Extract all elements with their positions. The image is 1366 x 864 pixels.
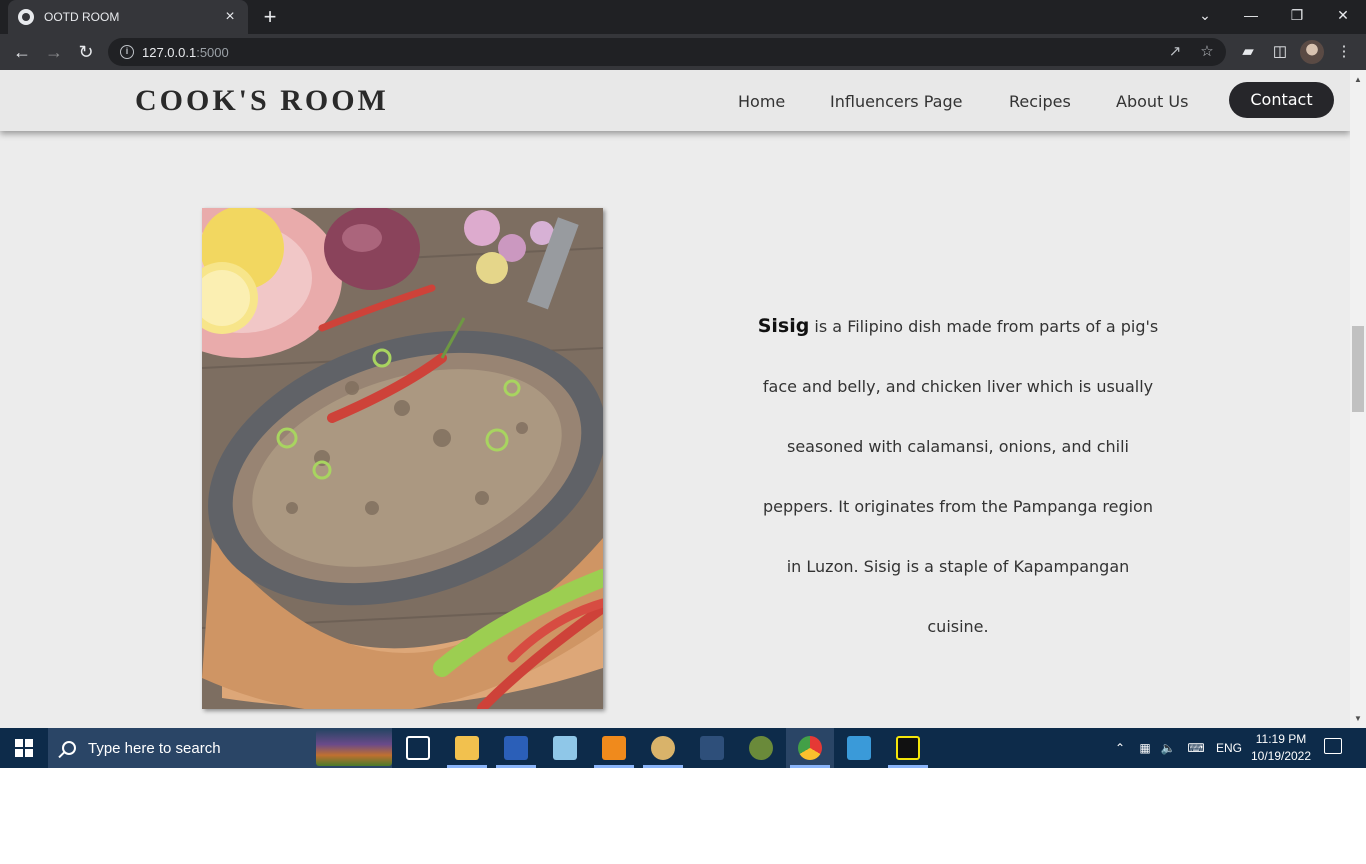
pycharm-running-indicator — [888, 765, 928, 768]
nav-recipes-link[interactable]: Recipes — [1009, 92, 1071, 111]
site-header: COOK'S ROOM Home Influencers Page Recipe… — [0, 70, 1350, 131]
bookmark-star-icon[interactable]: ☆ — [1194, 38, 1220, 66]
clock-date: 10/19/2022 — [1250, 749, 1312, 763]
menu-kebab-icon[interactable]: ⋮ — [1332, 40, 1356, 64]
url-port: :5000 — [196, 44, 229, 60]
scroll-up-icon[interactable]: ▲ — [1350, 74, 1366, 86]
share-icon[interactable]: ↗ — [1162, 38, 1188, 66]
extensions-puzzle-icon[interactable]: ▰ — [1236, 40, 1260, 64]
file-explorer-icon[interactable] — [455, 736, 479, 760]
browser-tab-strip: OOTD ROOM × + ⌄ — ❐ ✕ — [0, 0, 1366, 34]
tab-close-icon[interactable]: × — [222, 9, 238, 25]
close-window-button[interactable]: ✕ — [1320, 0, 1366, 30]
scrollbar-thumb[interactable] — [1352, 326, 1364, 412]
profile-avatar[interactable] — [1300, 40, 1324, 64]
restore-button[interactable]: ❐ — [1274, 0, 1320, 30]
sublime-text-icon[interactable] — [602, 736, 626, 760]
start-button[interactable] — [0, 728, 48, 768]
word-running-indicator — [496, 765, 536, 768]
mysql-workbench-icon[interactable] — [700, 736, 724, 760]
notepad-icon[interactable] — [553, 736, 577, 760]
tab-search-icon[interactable]: ⌄ — [1182, 0, 1228, 30]
keyboard-icon[interactable]: ⌨ — [1182, 728, 1210, 768]
nav-home-link[interactable]: Home — [738, 92, 785, 111]
search-icon — [62, 741, 76, 755]
nav-influencers-link[interactable]: Influencers Page — [830, 92, 962, 111]
language-indicator[interactable]: ENG — [1214, 728, 1244, 768]
sublime-running-indicator — [594, 765, 634, 768]
dish-name: Sisig — [757, 315, 810, 337]
tab-title: OOTD ROOM — [44, 10, 120, 24]
windows-logo-icon — [15, 739, 33, 757]
url-text: 127.0.0.1:5000 — [142, 45, 229, 60]
globe-icon — [18, 9, 34, 25]
volume-icon[interactable]: 🔈 — [1158, 728, 1178, 768]
word-icon[interactable] — [504, 736, 528, 760]
new-tab-button[interactable]: + — [258, 6, 282, 28]
gimp-icon[interactable] — [749, 736, 773, 760]
browser-tab[interactable]: OOTD ROOM × — [8, 0, 248, 34]
url-host: 127.0.0.1 — [142, 44, 197, 60]
sisig-image — [202, 208, 603, 709]
search-placeholder: Type here to search — [88, 739, 221, 757]
chrome-icon[interactable] — [798, 736, 822, 760]
paint-running-indicator — [643, 765, 683, 768]
dish-description: Sisig is a Filipino dish made from parts… — [757, 296, 1159, 657]
notification-icon[interactable] — [1324, 738, 1342, 754]
back-arrow-icon[interactable]: ← — [10, 40, 34, 64]
forward-arrow-icon[interactable]: → — [42, 40, 66, 64]
windows-taskbar: Type here to search ⌃ ▦ 🔈 ⌨ ENG 11:19 PM… — [0, 728, 1366, 768]
site-logo[interactable]: COOK'S ROOM — [135, 84, 389, 118]
device-icon[interactable]: ▦ — [1134, 728, 1156, 768]
clock-time: 11:19 PM — [1255, 732, 1307, 746]
chrome-running-indicator — [790, 765, 830, 768]
pycharm-icon[interactable] — [896, 736, 920, 760]
search-highlight-image[interactable] — [316, 730, 392, 766]
site-info-icon[interactable]: i — [120, 45, 134, 59]
nav-about-link[interactable]: About Us — [1116, 92, 1188, 111]
virtualbox-icon[interactable] — [847, 736, 871, 760]
dish-description-text: is a Filipino dish made from parts of a … — [762, 317, 1159, 636]
paint-icon[interactable] — [651, 736, 675, 760]
browser-toolbar: ← → ↻ i 127.0.0.1:5000 ↗ ☆ ▰ ◫ ⋮ — [0, 34, 1366, 70]
contact-button[interactable]: Contact — [1229, 82, 1334, 118]
page-viewport: COOK'S ROOM Home Influencers Page Recipe… — [0, 70, 1350, 728]
sisig-photo — [202, 208, 603, 709]
file-explorer-running-indicator — [447, 765, 487, 768]
side-panel-icon[interactable]: ◫ — [1268, 40, 1292, 64]
minimize-button[interactable]: — — [1228, 0, 1274, 30]
system-clock[interactable]: 11:19 PM 10/19/2022 — [1248, 731, 1314, 765]
reload-icon[interactable]: ↻ — [74, 40, 98, 64]
scroll-down-icon[interactable]: ▼ — [1350, 713, 1366, 725]
address-bar[interactable]: i 127.0.0.1:5000 ↗ ☆ — [108, 38, 1226, 66]
tray-chevron-icon[interactable]: ⌃ — [1110, 728, 1130, 768]
task-view-icon[interactable] — [406, 736, 430, 760]
